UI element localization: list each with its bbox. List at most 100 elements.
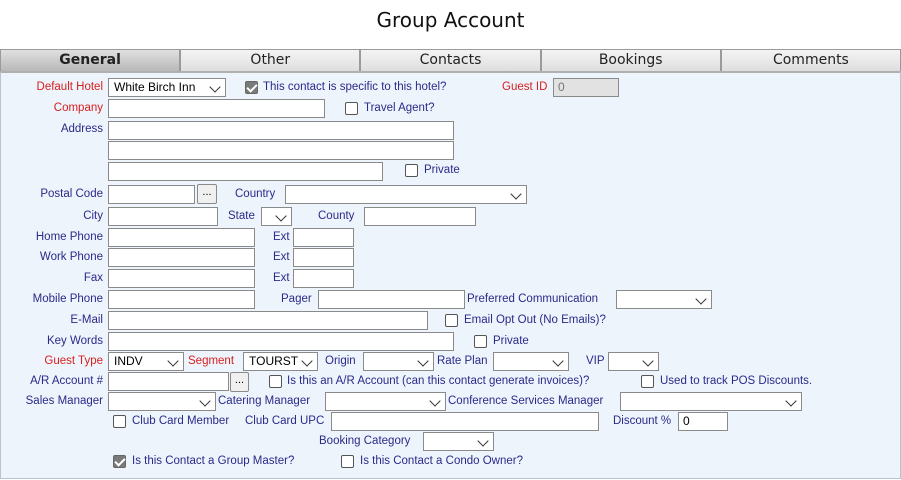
- company-input[interactable]: [108, 99, 325, 118]
- postal-code-input[interactable]: [108, 185, 195, 204]
- chevron-down-icon: [695, 293, 707, 305]
- key-words-label: Key Words: [46, 335, 103, 347]
- chevron-down-icon: [785, 395, 797, 407]
- city-label: City: [83, 210, 103, 222]
- tab-contacts[interactable]: Contacts: [360, 49, 541, 71]
- default-hotel-label: Default Hotel: [36, 81, 103, 93]
- guest-type-label: Guest Type: [44, 355, 103, 367]
- ar-account-label: A/R Account #: [30, 375, 103, 387]
- group-master-checkbox[interactable]: [113, 455, 126, 468]
- catering-manager-label: Catering Manager: [218, 395, 311, 407]
- state-label: State: [228, 210, 255, 222]
- pager-input[interactable]: [318, 290, 465, 309]
- address-line1-input[interactable]: [108, 121, 454, 140]
- booking-category-label: Booking Category: [319, 435, 411, 447]
- address-line2-input[interactable]: [108, 141, 454, 160]
- catering-manager-select[interactable]: [325, 392, 446, 411]
- sales-manager-select[interactable]: [108, 392, 216, 411]
- fax-ext-input[interactable]: [293, 269, 354, 288]
- chevron-down-icon: [275, 210, 287, 222]
- fax-input[interactable]: [108, 269, 255, 288]
- travel-agent-checkbox[interactable]: [345, 102, 358, 115]
- company-label: Company: [53, 102, 103, 114]
- preferred-communication-select[interactable]: [616, 290, 712, 309]
- guest-type-select[interactable]: INDV: [108, 352, 184, 371]
- county-label: County: [318, 210, 355, 222]
- default-hotel-value: White Birch Inn: [114, 80, 196, 94]
- chevron-down-icon: [199, 395, 211, 407]
- email-opt-out-label: Email Opt Out (No Emails)?: [464, 314, 606, 326]
- county-input[interactable]: [364, 207, 476, 226]
- chevron-down-icon: [417, 355, 429, 367]
- address-private-label: Private: [424, 164, 460, 176]
- state-select[interactable]: [261, 207, 292, 226]
- is-ar-account-label: Is this an A/R Account (can this contact…: [287, 375, 590, 387]
- home-phone-input[interactable]: [108, 228, 255, 247]
- tab-bookings[interactable]: Bookings: [540, 49, 721, 71]
- chevron-down-icon: [477, 435, 489, 447]
- mobile-phone-input[interactable]: [108, 290, 255, 309]
- pager-label: Pager: [281, 293, 312, 305]
- email-opt-out-checkbox[interactable]: [445, 314, 458, 327]
- address-line3-input[interactable]: [108, 162, 383, 181]
- work-phone-label: Work Phone: [39, 251, 103, 263]
- discount-label: Discount %: [613, 415, 672, 427]
- vip-label: VIP: [586, 355, 605, 367]
- email-input[interactable]: [108, 311, 428, 330]
- home-phone-ext-label: Ext: [273, 231, 290, 243]
- preferred-communication-label: Preferred Communication: [467, 293, 599, 305]
- address-label: Address: [60, 123, 103, 135]
- mobile-phone-label: Mobile Phone: [32, 293, 103, 305]
- city-input[interactable]: [108, 207, 218, 226]
- club-card-upc-label: Club Card UPC: [245, 415, 325, 427]
- rate-plan-select[interactable]: [493, 352, 569, 371]
- postal-code-lookup-button[interactable]: ...: [197, 184, 217, 204]
- key-words-private-label: Private: [493, 335, 529, 347]
- country-label: Country: [235, 188, 276, 200]
- condo-owner-label: Is this Contact a Condo Owner?: [360, 455, 523, 467]
- club-card-member-label: Club Card Member: [132, 415, 230, 427]
- conference-manager-select[interactable]: [620, 392, 802, 411]
- chevron-down-icon: [510, 188, 522, 200]
- specific-hotel-checkbox[interactable]: [245, 81, 258, 94]
- ar-account-input[interactable]: [108, 372, 229, 391]
- discount-input[interactable]: 0: [678, 412, 728, 431]
- guest-id-input[interactable]: 0: [553, 78, 619, 97]
- specific-hotel-label: This contact is specific to this hotel?: [263, 81, 447, 93]
- key-words-private-checkbox[interactable]: [474, 335, 487, 348]
- segment-value: TOURST: [249, 354, 299, 368]
- country-select[interactable]: [285, 185, 527, 204]
- vip-select[interactable]: [608, 352, 659, 371]
- work-phone-input[interactable]: [108, 248, 255, 267]
- club-card-upc-input[interactable]: [331, 412, 599, 431]
- tab-comments[interactable]: Comments: [720, 49, 901, 71]
- club-card-member-checkbox[interactable]: [113, 415, 126, 428]
- segment-select[interactable]: TOURST: [243, 352, 318, 371]
- default-hotel-select[interactable]: White Birch Inn: [108, 78, 226, 97]
- pos-discounts-checkbox[interactable]: [641, 375, 654, 388]
- sales-manager-label: Sales Manager: [25, 395, 103, 407]
- chevron-down-icon: [167, 355, 179, 367]
- origin-select[interactable]: [363, 352, 434, 371]
- booking-category-select[interactable]: [423, 432, 494, 451]
- chevron-down-icon: [209, 81, 221, 93]
- travel-agent-label: Travel Agent?: [364, 102, 435, 114]
- is-ar-account-checkbox[interactable]: [269, 375, 282, 388]
- tab-bar: General Other Contacts Bookings Comments: [0, 49, 901, 71]
- condo-owner-checkbox[interactable]: [341, 455, 354, 468]
- group-master-label: Is this Contact a Group Master?: [132, 455, 295, 467]
- fax-ext-label: Ext: [273, 272, 290, 284]
- rate-plan-label: Rate Plan: [437, 355, 488, 367]
- postal-code-label: Postal Code: [40, 188, 103, 200]
- tab-general[interactable]: General: [0, 49, 181, 71]
- chevron-down-icon: [429, 395, 441, 407]
- origin-label: Origin: [325, 355, 356, 367]
- ar-account-lookup-button[interactable]: ...: [230, 372, 249, 392]
- address-private-checkbox[interactable]: [405, 164, 418, 177]
- key-words-input[interactable]: [108, 332, 454, 351]
- home-phone-ext-input[interactable]: [293, 228, 354, 247]
- tab-other[interactable]: Other: [180, 49, 361, 71]
- chevron-down-icon: [301, 355, 313, 367]
- work-phone-ext-label: Ext: [273, 251, 290, 263]
- work-phone-ext-input[interactable]: [293, 248, 354, 267]
